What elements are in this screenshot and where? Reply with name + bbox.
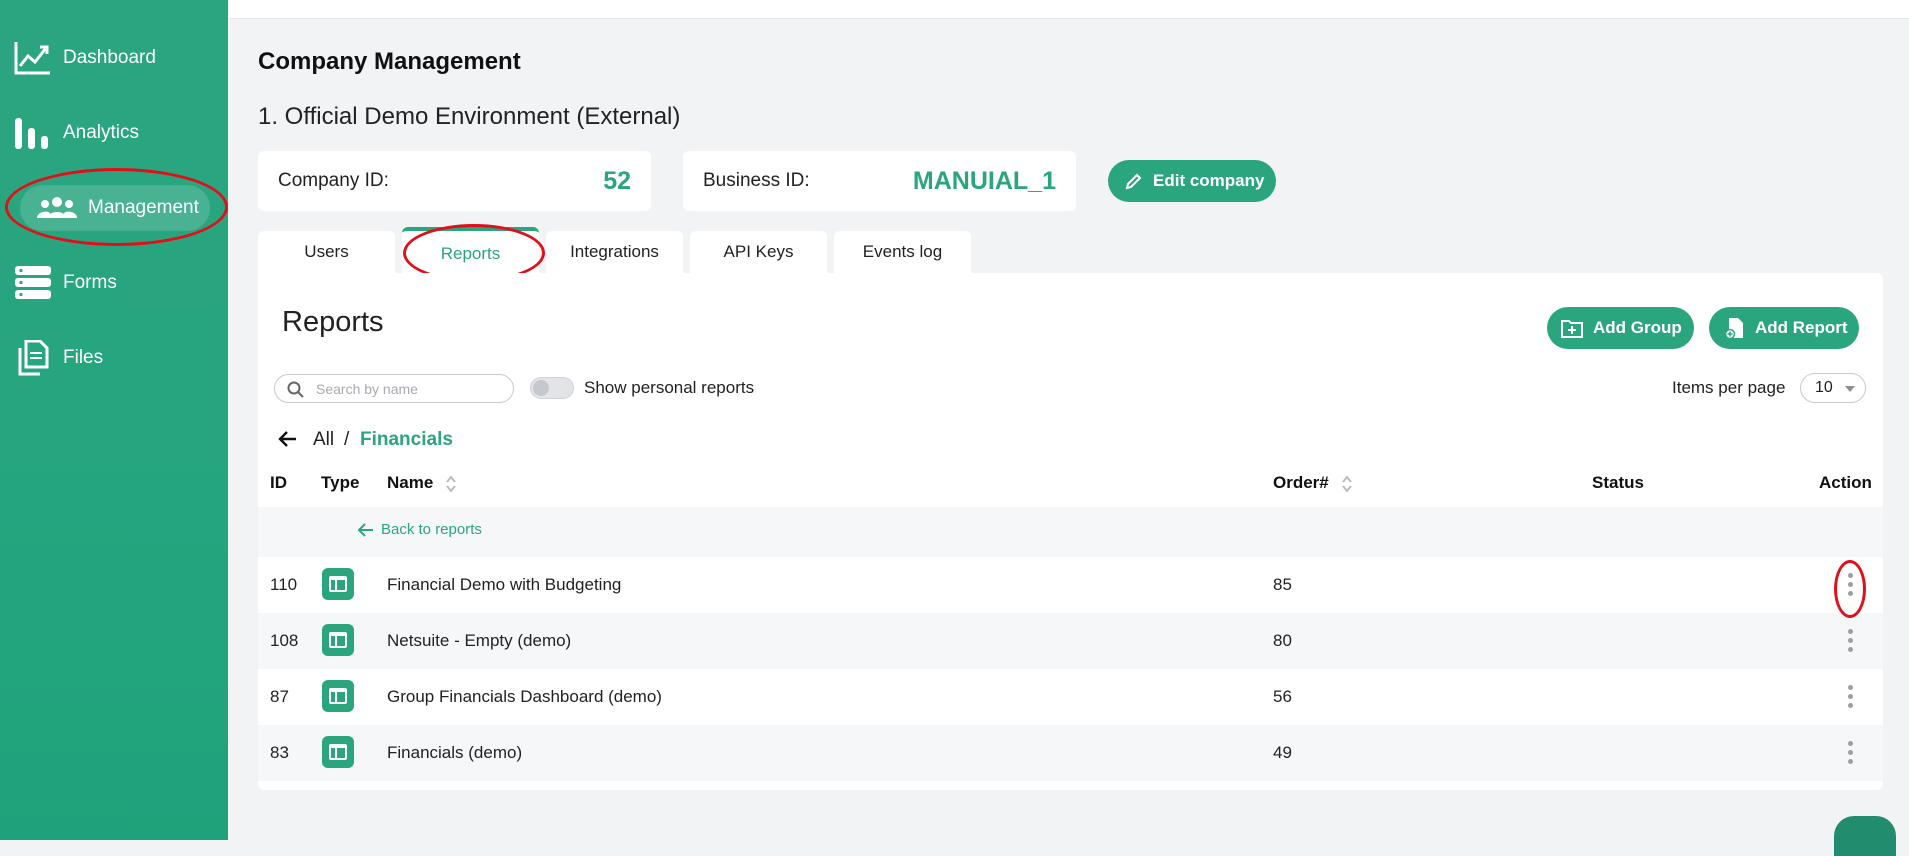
breadcrumb-current: Financials bbox=[360, 429, 453, 450]
file-plus-icon bbox=[1725, 318, 1743, 339]
add-group-label: Add Group bbox=[1593, 318, 1682, 337]
row-id: 108 bbox=[270, 631, 299, 650]
row-id: 83 bbox=[270, 743, 289, 762]
sidebar-item-label: Forms bbox=[63, 272, 117, 293]
row-name[interactable]: Group Financials Dashboard (demo) bbox=[387, 687, 662, 707]
page-title: Company Management bbox=[258, 48, 521, 75]
business-id-label: Business ID: bbox=[703, 170, 810, 191]
chevron-down-icon bbox=[1845, 386, 1855, 392]
edit-company-label: Edit company bbox=[1153, 171, 1265, 190]
show-personal-toggle[interactable] bbox=[530, 377, 574, 399]
sidebar-item-label: Analytics bbox=[63, 122, 140, 143]
row-id: 110 bbox=[270, 575, 298, 594]
sidebar-item-label: Management bbox=[88, 197, 199, 218]
tab-label: Users bbox=[304, 242, 349, 261]
more-actions-icon[interactable] bbox=[1840, 739, 1860, 767]
company-id-card: Company ID: 52 bbox=[258, 151, 651, 211]
items-per-page-select[interactable]: 10 bbox=[1800, 373, 1866, 403]
sidebar-item-forms[interactable]: Forms bbox=[0, 255, 228, 311]
back-to-reports-label: Back to reports bbox=[381, 521, 482, 538]
more-actions-icon[interactable] bbox=[1840, 571, 1860, 599]
dashboard-report-icon bbox=[322, 680, 354, 712]
dashboard-report-icon bbox=[322, 736, 354, 768]
arrow-left-icon bbox=[278, 431, 296, 447]
back-to-reports-link[interactable]: Back to reports bbox=[358, 521, 482, 538]
sidebar-item-management[interactable]: Management bbox=[0, 180, 228, 236]
items-per-page-value: 10 bbox=[1815, 379, 1833, 396]
back-arrow-button[interactable] bbox=[278, 430, 298, 454]
column-header-status: Status bbox=[1592, 473, 1644, 492]
sidebar-item-label: Dashboard bbox=[63, 47, 156, 68]
tab-api-keys[interactable]: API Keys bbox=[690, 231, 827, 273]
tab-integrations[interactable]: Integrations bbox=[546, 231, 683, 273]
top-bar bbox=[228, 0, 1909, 19]
chat-widget-button[interactable] bbox=[1834, 816, 1896, 856]
chart-line-icon bbox=[14, 42, 50, 75]
bar-chart-icon bbox=[15, 118, 48, 149]
business-id-card: Business ID: MANUIAL_1 bbox=[683, 151, 1076, 211]
row-order: 85 bbox=[1273, 575, 1292, 594]
row-id: 87 bbox=[270, 687, 289, 706]
search-placeholder: Search by name bbox=[316, 381, 418, 397]
tab-label: Reports bbox=[440, 244, 501, 263]
dashboard-report-icon bbox=[322, 624, 354, 656]
business-id-value: MANUIAL_1 bbox=[912, 166, 1056, 195]
tab-label: Events log bbox=[862, 242, 943, 261]
sort-order-icon[interactable] bbox=[1341, 474, 1353, 494]
tab-label: API Keys bbox=[723, 242, 794, 261]
company-id-value: 52 bbox=[603, 166, 631, 195]
row-order: 56 bbox=[1273, 687, 1292, 706]
tab-label: Integrations bbox=[570, 242, 659, 261]
arrow-left-icon bbox=[358, 522, 373, 537]
edit-company-button[interactable]: Edit company bbox=[1108, 160, 1276, 202]
search-icon bbox=[287, 381, 304, 398]
column-header-order[interactable]: Order# bbox=[1273, 473, 1329, 493]
add-group-button[interactable]: Add Group bbox=[1547, 307, 1694, 349]
sidebar-item-files[interactable]: Files bbox=[0, 330, 228, 386]
row-name[interactable]: Financial Demo with Budgeting bbox=[387, 575, 621, 595]
add-report-button[interactable]: Add Report bbox=[1709, 307, 1859, 349]
dashboard-report-icon bbox=[322, 568, 354, 600]
row-order: 49 bbox=[1273, 743, 1292, 762]
tab-users[interactable]: Users bbox=[258, 231, 395, 273]
users-icon bbox=[37, 197, 77, 218]
items-per-page-label: Items per page bbox=[1672, 378, 1786, 397]
back-row bbox=[258, 507, 1883, 557]
tab-reports[interactable]: Reports bbox=[402, 227, 539, 277]
table-row[interactable]: 87 Group Financials Dashboard (demo) 56 bbox=[258, 669, 1883, 725]
row-name[interactable]: Financials (demo) bbox=[387, 743, 522, 763]
add-report-label: Add Report bbox=[1755, 318, 1848, 337]
breadcrumb-separator: / bbox=[344, 429, 350, 450]
column-header-name[interactable]: Name bbox=[387, 473, 433, 493]
column-header-id: ID bbox=[270, 473, 287, 492]
show-personal-label: Show personal reports bbox=[584, 378, 755, 397]
pencil-icon bbox=[1125, 173, 1142, 190]
sidebar-item-label: Files bbox=[63, 347, 104, 368]
folder-plus-icon bbox=[1561, 320, 1583, 338]
tab-events-log[interactable]: Events log bbox=[834, 231, 971, 273]
sidebar: Dashboard Analytics Management Forms Fil… bbox=[0, 0, 228, 840]
column-header-action: Action bbox=[1819, 473, 1872, 492]
more-actions-icon[interactable] bbox=[1840, 627, 1860, 655]
company-id-label: Company ID: bbox=[278, 170, 389, 191]
breadcrumb-all[interactable]: All bbox=[313, 429, 334, 451]
toggle-knob bbox=[533, 380, 549, 396]
reports-title: Reports bbox=[282, 306, 384, 338]
column-header-type: Type bbox=[321, 473, 360, 492]
table-row[interactable]: 108 Netsuite - Empty (demo) 80 bbox=[258, 613, 1883, 669]
row-name[interactable]: Netsuite - Empty (demo) bbox=[387, 631, 571, 651]
sidebar-item-dashboard[interactable]: Dashboard bbox=[0, 30, 228, 86]
search-input[interactable]: Search by name bbox=[274, 374, 514, 403]
sort-name-icon[interactable] bbox=[445, 474, 457, 494]
row-order: 80 bbox=[1273, 631, 1292, 650]
server-stack-icon bbox=[15, 266, 51, 299]
files-icon bbox=[18, 340, 49, 376]
environment-title: 1. Official Demo Environment (External) bbox=[258, 103, 681, 130]
table-row[interactable]: 83 Financials (demo) 49 bbox=[258, 725, 1883, 781]
table-row[interactable]: 110 Financial Demo with Budgeting 85 bbox=[258, 557, 1883, 613]
sidebar-item-analytics[interactable]: Analytics bbox=[0, 105, 228, 161]
more-actions-icon[interactable] bbox=[1840, 683, 1860, 711]
